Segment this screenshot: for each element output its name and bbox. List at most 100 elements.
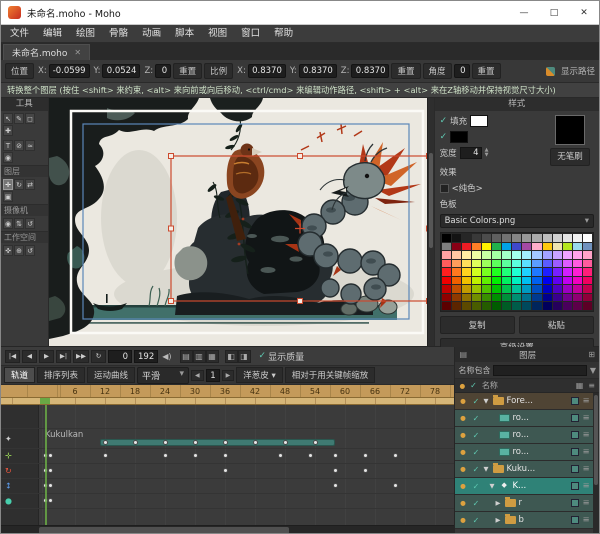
pan-workspace-tool[interactable]: ✜ bbox=[3, 245, 13, 256]
layer-row[interactable]: ● ✓ ro... ≡ bbox=[455, 427, 593, 444]
effect-checkbox[interactable] bbox=[440, 184, 449, 193]
frame-marker-strip[interactable] bbox=[1, 398, 454, 405]
palette-swatch[interactable] bbox=[563, 285, 572, 293]
palette-swatch[interactable] bbox=[472, 268, 481, 276]
timeline-view-toggle-1[interactable]: ▤ bbox=[180, 350, 193, 363]
menu-item[interactable]: 骨骼 bbox=[102, 25, 135, 43]
palette-swatch[interactable] bbox=[522, 277, 531, 285]
layer-checkbox[interactable]: ✓ bbox=[470, 448, 481, 457]
palette-swatch[interactable] bbox=[543, 251, 552, 259]
palette-swatch[interactable] bbox=[522, 294, 531, 302]
follow-path-tool[interactable]: ⇄ bbox=[25, 179, 35, 190]
visibility-icon[interactable]: ● bbox=[457, 516, 468, 524]
palette-swatch[interactable] bbox=[512, 302, 521, 310]
palette-swatch[interactable] bbox=[573, 302, 582, 310]
palette-swatch[interactable] bbox=[563, 243, 572, 251]
timeline-tab[interactable]: 运动曲线 bbox=[87, 367, 135, 383]
timeline-track-row[interactable] bbox=[1, 405, 454, 429]
palette-swatch[interactable] bbox=[482, 243, 491, 251]
palette-swatch[interactable] bbox=[482, 268, 491, 276]
play-button[interactable]: ▶ bbox=[39, 350, 54, 363]
keyframe-dot[interactable] bbox=[103, 453, 108, 458]
minimize-button[interactable]: — bbox=[509, 1, 539, 25]
palette-swatch[interactable] bbox=[583, 260, 592, 268]
palette-swatch[interactable] bbox=[502, 268, 511, 276]
frame-ruler[interactable]: 6121824303642485460667278 bbox=[1, 385, 454, 398]
keyframe-dot[interactable] bbox=[48, 468, 53, 473]
palette-swatch[interactable] bbox=[492, 302, 501, 310]
palette-swatch[interactable] bbox=[522, 243, 531, 251]
palette-swatch[interactable] bbox=[532, 268, 541, 276]
palette-swatch[interactable] bbox=[492, 285, 501, 293]
playhead-line[interactable] bbox=[45, 405, 47, 525]
palette-swatch[interactable] bbox=[543, 294, 552, 302]
stroke-width-field[interactable]: 4 bbox=[460, 147, 482, 159]
palette-swatch[interactable] bbox=[573, 294, 582, 302]
menu-item[interactable]: 脚本 bbox=[168, 25, 201, 43]
palette-swatch[interactable] bbox=[482, 285, 491, 293]
filter-input[interactable] bbox=[493, 365, 586, 376]
scale-z-field[interactable]: 0.8370 bbox=[351, 64, 389, 78]
timeline-option-toggle-2[interactable]: ◨ bbox=[238, 350, 251, 363]
layer-menu-icon[interactable]: ≡ bbox=[581, 447, 591, 457]
palette-swatch[interactable] bbox=[543, 277, 552, 285]
keyframe-dot[interactable] bbox=[223, 440, 228, 445]
timeline-track-row[interactable]: ↕ bbox=[1, 479, 454, 494]
layer-color-chip[interactable] bbox=[571, 516, 579, 524]
tab-close-icon[interactable]: ✕ bbox=[74, 48, 81, 57]
shape-tool[interactable]: ◻ bbox=[25, 113, 35, 124]
no-brush-button[interactable]: 无笔刷 bbox=[550, 148, 590, 166]
palette-swatch[interactable] bbox=[492, 277, 501, 285]
palette-swatch[interactable] bbox=[532, 285, 541, 293]
palette-swatch[interactable] bbox=[482, 277, 491, 285]
timeline-track-row[interactable]: ✛ bbox=[1, 449, 454, 464]
close-button[interactable]: ✕ bbox=[569, 1, 599, 25]
canvas-vertical-scrollbar[interactable] bbox=[427, 98, 434, 346]
keyframe-dot[interactable] bbox=[393, 453, 398, 458]
palette-swatch[interactable] bbox=[522, 268, 531, 276]
palette-swatch[interactable] bbox=[472, 285, 481, 293]
scrollbar-thumb[interactable] bbox=[429, 153, 433, 248]
palette-swatch[interactable] bbox=[492, 234, 501, 242]
palette-swatch[interactable] bbox=[522, 302, 531, 310]
brush-preview-well[interactable] bbox=[555, 115, 585, 145]
keyframe-dot[interactable] bbox=[283, 440, 288, 445]
keyframe-dot[interactable] bbox=[308, 453, 313, 458]
palette-swatch[interactable] bbox=[492, 260, 501, 268]
palette-swatch[interactable] bbox=[543, 302, 552, 310]
palette-swatch[interactable] bbox=[452, 243, 461, 251]
reset-position-button[interactable]: 重置 bbox=[173, 63, 202, 79]
reset-angle-button[interactable]: 重置 bbox=[472, 63, 501, 79]
keyframe-dot[interactable] bbox=[163, 453, 168, 458]
keyframe-dot[interactable] bbox=[223, 468, 228, 473]
visibility-icon[interactable]: ● bbox=[457, 499, 468, 507]
palette-swatch[interactable] bbox=[532, 243, 541, 251]
layer-color-chip[interactable] bbox=[571, 499, 579, 507]
palette-swatch[interactable] bbox=[563, 268, 572, 276]
timeline-tab[interactable]: 排序列表 bbox=[37, 367, 85, 383]
camera-roll-tool[interactable]: ↺ bbox=[25, 218, 35, 229]
palette-swatch[interactable] bbox=[452, 277, 461, 285]
palette-swatch[interactable] bbox=[553, 302, 562, 310]
keyframe-dot[interactable] bbox=[133, 440, 138, 445]
layer-checkbox[interactable]: ✓ bbox=[470, 482, 481, 491]
palette-swatch[interactable] bbox=[512, 268, 521, 276]
palette-swatch[interactable] bbox=[512, 234, 521, 242]
palette-swatch[interactable] bbox=[583, 234, 592, 242]
timeline-track-row[interactable]: ✦Kukulkan bbox=[1, 429, 454, 449]
palette-swatch[interactable] bbox=[543, 268, 552, 276]
playhead-marker[interactable] bbox=[40, 398, 50, 404]
timeline-view-toggle-2[interactable]: ▥ bbox=[193, 350, 206, 363]
palette-swatch[interactable] bbox=[563, 302, 572, 310]
palette-swatch[interactable] bbox=[442, 285, 451, 293]
palette-swatch[interactable] bbox=[502, 294, 511, 302]
keyframe-dot[interactable] bbox=[48, 453, 53, 458]
palette-swatch[interactable] bbox=[502, 277, 511, 285]
palette-swatch[interactable] bbox=[462, 268, 471, 276]
palette-swatch[interactable] bbox=[442, 251, 451, 259]
loop-button[interactable]: ↻ bbox=[91, 350, 106, 363]
fill-checkbox[interactable]: ✓ bbox=[440, 116, 448, 126]
palette-swatch[interactable] bbox=[482, 251, 491, 259]
layer-color-chip[interactable] bbox=[571, 465, 579, 473]
palette-swatch[interactable] bbox=[512, 243, 521, 251]
